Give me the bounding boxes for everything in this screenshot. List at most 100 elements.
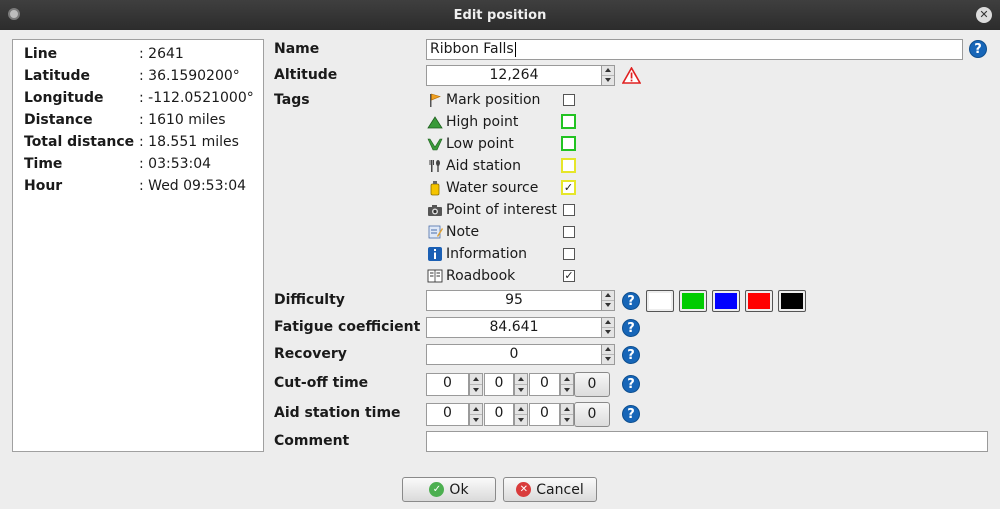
difficulty-input[interactable]: 95	[426, 290, 602, 311]
spin-down-icon[interactable]	[602, 355, 614, 365]
tag-label: Water source	[446, 180, 539, 196]
ok-button[interactable]: ✓ Ok	[402, 477, 496, 502]
recovery-spinner[interactable]	[601, 344, 615, 365]
info-value: : 18.551 miles	[139, 134, 239, 150]
cutoff-hours-spinner[interactable]	[469, 373, 483, 396]
checkbox-box[interactable]	[561, 158, 576, 173]
name-value: Ribbon Falls	[430, 41, 514, 57]
info-label: Hour	[24, 178, 63, 194]
valley-icon	[427, 138, 443, 151]
note-checkbox[interactable]	[560, 223, 578, 241]
info-label: Total distance	[24, 134, 135, 150]
water-source-checkbox[interactable]: ✓	[560, 179, 578, 197]
fatigue-input[interactable]: 84.641	[426, 317, 602, 338]
help-icon[interactable]: ?	[622, 319, 640, 337]
recovery-input[interactable]: 0	[426, 344, 602, 365]
spin-up-icon[interactable]	[561, 374, 573, 385]
spin-down-icon[interactable]	[561, 415, 573, 426]
spin-down-icon[interactable]	[602, 76, 614, 86]
spin-down-icon[interactable]	[470, 385, 482, 396]
spin-down-icon[interactable]	[602, 301, 614, 311]
spin-up-icon[interactable]	[602, 66, 614, 76]
cutoff-seconds-spinner[interactable]	[560, 373, 574, 396]
spin-up-icon[interactable]	[602, 345, 614, 355]
info-label: Time	[24, 156, 63, 172]
help-icon[interactable]: ?	[969, 40, 987, 58]
spin-down-icon[interactable]	[561, 385, 573, 396]
cancel-button[interactable]: ✕ Cancel	[503, 477, 597, 502]
position-info-panel: Line : 2641 Latitude : 36.1590200° Longi…	[12, 39, 264, 452]
spin-down-icon[interactable]	[602, 328, 614, 338]
info-value: : -112.0521000°	[139, 90, 254, 106]
checkbox-box[interactable]	[561, 136, 576, 151]
window-title: Edit position	[453, 7, 547, 23]
aidtime-reset-button[interactable]: 0	[574, 402, 610, 427]
checkbox-box[interactable]	[561, 114, 576, 129]
spin-down-icon[interactable]	[470, 415, 482, 426]
information-checkbox[interactable]	[560, 245, 578, 263]
help-icon[interactable]: ?	[622, 346, 640, 364]
cutoff-reset-button[interactable]: 0	[574, 372, 610, 397]
info-value: : Wed 09:53:04	[139, 178, 247, 194]
name-label: Name	[274, 41, 320, 57]
low-point-checkbox[interactable]	[560, 135, 578, 153]
tag-label: High point	[446, 114, 519, 130]
color-swatch-black[interactable]	[778, 290, 806, 312]
cutoff-seconds-input[interactable]: 0	[529, 373, 560, 396]
recovery-label: Recovery	[274, 346, 347, 362]
color-swatch-red[interactable]	[745, 290, 773, 312]
aidtime-minutes-spinner[interactable]	[514, 403, 528, 426]
help-icon[interactable]: ?	[622, 405, 640, 423]
fatigue-spinner[interactable]	[601, 317, 615, 338]
spin-up-icon[interactable]	[470, 374, 482, 385]
tag-label: Low point	[446, 136, 514, 152]
spin-up-icon[interactable]	[602, 291, 614, 301]
spin-up-icon[interactable]	[602, 318, 614, 328]
difficulty-spinner[interactable]	[601, 290, 615, 311]
roadbook-checkbox[interactable]: ✓	[560, 267, 578, 285]
checkbox-box[interactable]	[563, 248, 575, 260]
water-bottle-icon	[430, 181, 440, 196]
ok-label: Ok	[449, 481, 469, 498]
spin-up-icon[interactable]	[515, 404, 527, 415]
color-swatch-green[interactable]	[679, 290, 707, 312]
altitude-input[interactable]: 12,264	[426, 65, 602, 86]
checkbox-box[interactable]	[563, 204, 575, 216]
aidtime-hours-input[interactable]: 0	[426, 403, 469, 426]
color-swatch-blue[interactable]	[712, 290, 740, 312]
window-titlebar: Edit position ✕	[0, 0, 1000, 30]
spin-down-icon[interactable]	[515, 415, 527, 426]
info-row-longitude: Longitude : -112.0521000°	[24, 87, 260, 109]
checkbox-box[interactable]	[563, 94, 575, 106]
help-icon[interactable]: ?	[622, 375, 640, 393]
point-of-interest-checkbox[interactable]	[560, 201, 578, 219]
color-swatch-white[interactable]	[646, 290, 674, 312]
checkbox-box[interactable]	[563, 226, 575, 238]
altitude-spinner[interactable]	[601, 65, 615, 86]
name-input[interactable]: Ribbon Falls	[426, 39, 963, 60]
spin-up-icon[interactable]	[470, 404, 482, 415]
info-label: Distance	[24, 112, 93, 128]
checkbox-box[interactable]: ✓	[561, 180, 576, 195]
close-icon[interactable]: ✕	[976, 7, 992, 23]
spin-down-icon[interactable]	[515, 385, 527, 396]
spin-up-icon[interactable]	[561, 404, 573, 415]
high-point-checkbox[interactable]	[560, 113, 578, 131]
window-menu-icon[interactable]	[8, 8, 20, 20]
help-icon[interactable]: ?	[622, 292, 640, 310]
aidtime-seconds-input[interactable]: 0	[529, 403, 560, 426]
cutoff-hours-input[interactable]: 0	[426, 373, 469, 396]
cutoff-minutes-input[interactable]: 0	[484, 373, 514, 396]
info-row-distance: Distance : 1610 miles	[24, 109, 260, 131]
tag-label: Roadbook	[446, 268, 516, 284]
aidtime-minutes-input[interactable]: 0	[484, 403, 514, 426]
checkbox-box[interactable]: ✓	[563, 270, 575, 282]
comment-input[interactable]	[426, 431, 988, 452]
aid-station-checkbox[interactable]	[560, 157, 578, 175]
cutoff-minutes-spinner[interactable]	[514, 373, 528, 396]
aidtime-hours-spinner[interactable]	[469, 403, 483, 426]
aidtime-seconds-spinner[interactable]	[560, 403, 574, 426]
mark-position-checkbox[interactable]	[560, 91, 578, 109]
checkmark-icon: ✓	[429, 482, 445, 497]
spin-up-icon[interactable]	[515, 374, 527, 385]
